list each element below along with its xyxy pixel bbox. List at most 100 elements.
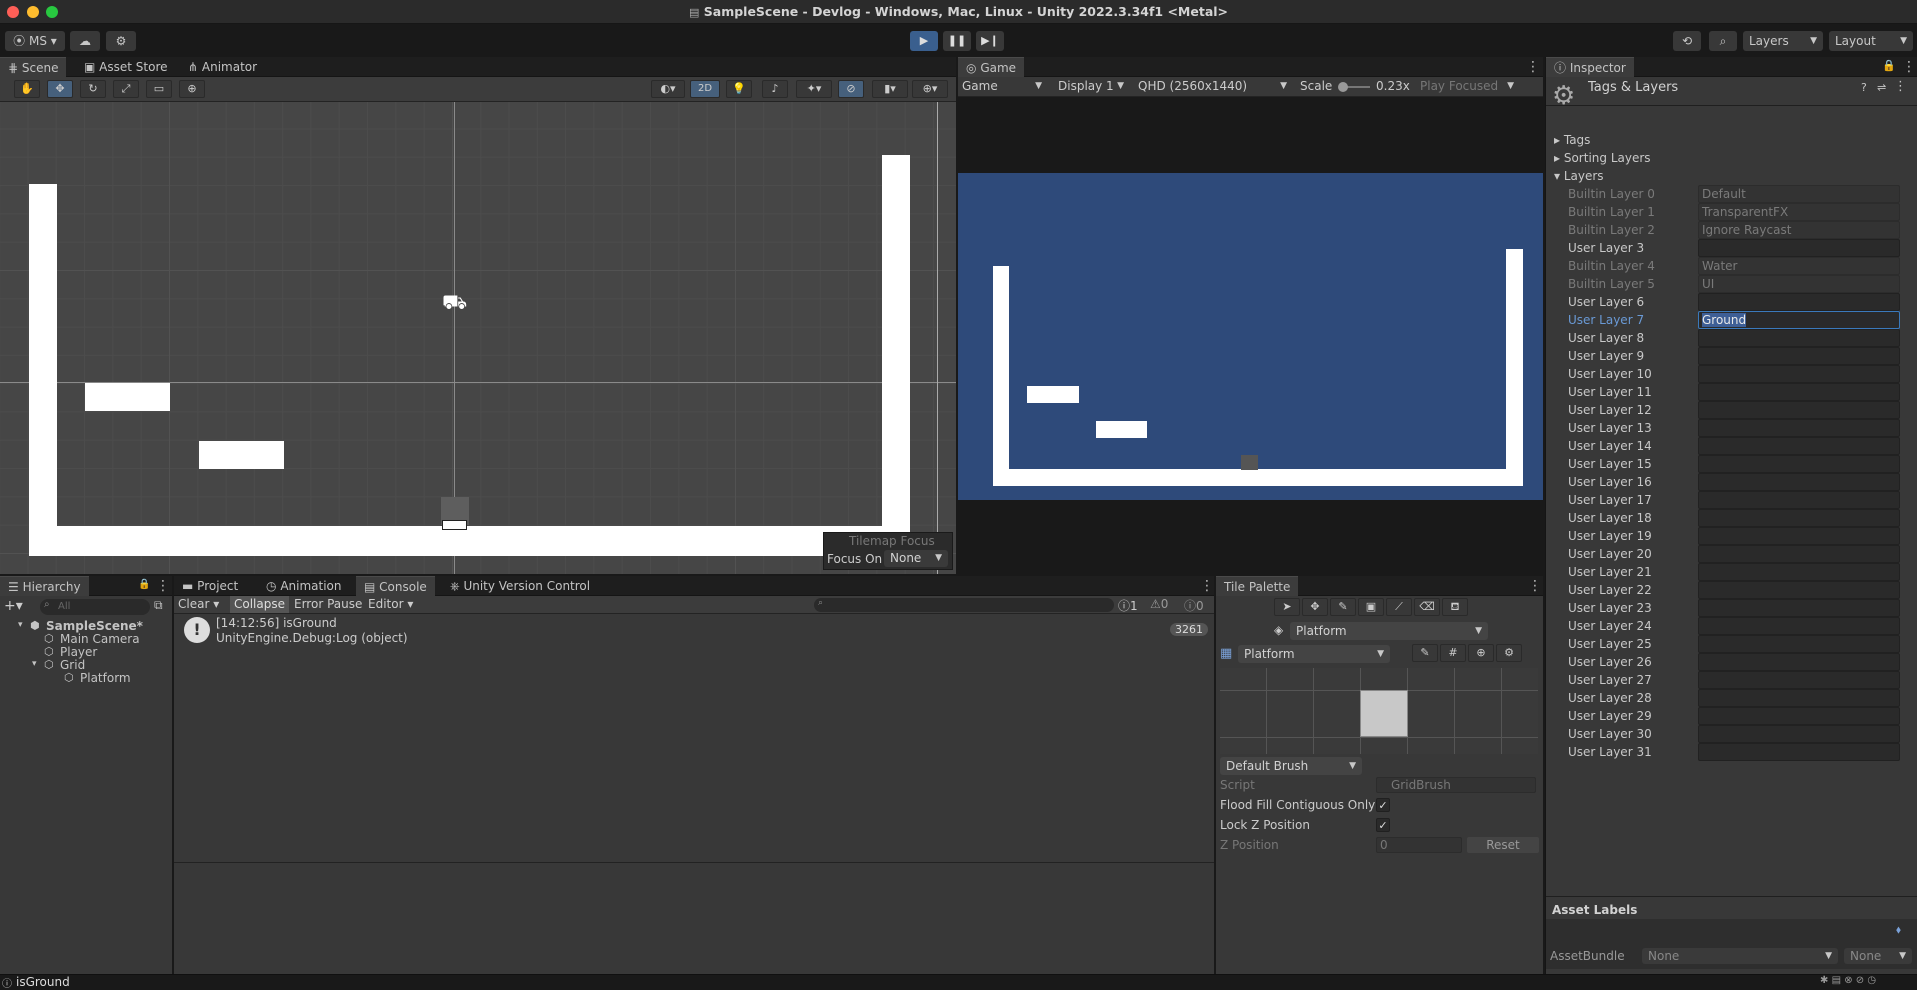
tags-foldout[interactable]: ▸ Tags [1554,133,1590,147]
layer-name-field[interactable] [1698,617,1900,635]
layer-name-field[interactable] [1698,689,1900,707]
visibility-icon[interactable]: ⊘ [838,80,864,98]
tab-game[interactable]: ◎ Game [958,57,1025,77]
layer-name-field[interactable] [1698,419,1900,437]
warning-count-toggle[interactable]: ⚠0 [1150,597,1168,611]
layer-name-field[interactable] [1698,365,1900,383]
console-menu-icon[interactable]: ⋮ [1200,576,1214,596]
layer-name-field[interactable] [1698,293,1900,311]
collapse-button[interactable]: Collapse [230,596,289,613]
layers-dropdown[interactable]: Layers ▼ [1743,31,1823,51]
error-count-toggle[interactable]: ⓘ0 [1184,597,1204,614]
lock-icon[interactable]: 🔒 [1882,59,1896,72]
bug-icon[interactable]: ✱ [1820,975,1828,986]
layer-name-field[interactable] [1698,653,1900,671]
expand-arrow-icon[interactable]: ▾ [32,659,37,669]
status-message[interactable]: isGround [16,975,70,989]
inspector-menu-icon[interactable]: ⋮ [1902,57,1916,77]
layout-dropdown[interactable]: Layout ▼ [1829,31,1913,51]
rotate-tool-icon[interactable]: ↻ [80,80,106,98]
tab-scene[interactable]: ⋕ Scene [0,57,67,77]
brush-dropdown[interactable]: Default Brush ▼ [1220,757,1362,775]
layer-name-field[interactable] [1698,401,1900,419]
layer-name-field[interactable] [1698,725,1900,743]
clear-button[interactable]: Clear ▾ [178,597,219,611]
display-dropdown[interactable]: Display 1 ▼ [1058,79,1130,93]
layer-name-field[interactable] [1698,437,1900,455]
shading-mode-icon[interactable]: ◐▾ [651,80,685,98]
game-menu-icon[interactable]: ⋮ [1526,57,1540,77]
play-button[interactable]: ▶ [910,31,938,51]
layer-name-field[interactable] [1698,671,1900,689]
lock-z-checkbox[interactable]: ✓ [1376,818,1390,832]
layer-name-field[interactable] [1698,329,1900,347]
auto-generate-icon[interactable]: ◷ [1867,975,1876,986]
component-menu-icon[interactable]: ⋮ [1894,79,1907,94]
layer-name-field[interactable] [1698,455,1900,473]
tab-tile-palette[interactable]: Tile Palette [1216,576,1299,596]
add-icon[interactable]: +▾ [4,598,23,614]
label-tag-icon[interactable]: ⬧ [1896,923,1901,937]
layer-name-field[interactable] [1698,473,1900,491]
lighting-icon[interactable]: 💡 [726,80,752,98]
palette-settings-icon[interactable]: ⚙ [1496,644,1522,662]
console-entry[interactable]: ! [14:12:56] isGround UnityEngine.Debug:… [174,615,1214,647]
search-icon[interactable]: ⌕ [1709,31,1737,51]
rect-tool-icon[interactable]: ▭ [146,80,172,98]
mode-2d-toggle[interactable]: 2D [690,80,720,98]
history-icon[interactable]: ⟲ [1673,31,1701,51]
layer-name-field[interactable] [1698,581,1900,599]
cache-icon[interactable]: ▤ [1832,975,1841,986]
focus-on-dropdown[interactable]: None ▼ [884,550,948,567]
transform-tool-icon[interactable]: ⊕ [179,80,205,98]
reset-button[interactable]: Reset [1467,837,1539,853]
layer-name-field[interactable] [1698,491,1900,509]
eraser-icon[interactable]: ⌫ [1414,598,1440,616]
asset-bundle-dropdown[interactable]: None ▼ [1642,948,1838,964]
tab-animation[interactable]: ◷ Animation [258,576,350,596]
scene-view[interactable]: ⛟ Tilemap Focus Focus On None ▼ [0,102,956,574]
tab-version-control[interactable]: ⎈ Unity Version Control [442,576,598,596]
console-search-input[interactable]: ⌕ [814,598,1114,612]
select-tool-icon[interactable]: ➤ [1274,598,1300,616]
move-tool-icon[interactable]: ✥ [47,80,73,98]
asset-variant-dropdown[interactable]: None ▼ [1844,948,1912,964]
move-tool-icon[interactable]: ✥ [1302,598,1328,616]
lock-icon[interactable]: 🔒 [138,579,150,590]
box-fill-icon[interactable]: ▣ [1358,598,1384,616]
scale-tool-icon[interactable]: ⤢ [113,80,139,98]
account-dropdown[interactable]: ⦿ MS ▾ [5,31,65,51]
active-tilemap-dropdown[interactable]: Platform ▼ [1290,622,1488,640]
layer-name-field[interactable] [1698,347,1900,365]
audio-icon[interactable]: ♪ [762,80,788,98]
fill-bucket-icon[interactable]: ⛾ [1442,598,1468,616]
paint-brush-icon[interactable]: ✎ [1330,598,1356,616]
palette-dropdown[interactable]: Platform ▼ [1238,645,1390,663]
filter-icon[interactable]: ⧉ [154,598,163,613]
layer-name-field[interactable]: Ground [1698,311,1900,329]
camera-icon[interactable]: ▮▾ [872,80,908,98]
hierarchy-search-input[interactable]: All [40,599,150,615]
flood-fill-checkbox[interactable]: ✓ [1376,798,1390,812]
presets-icon[interactable]: ⇌ [1877,81,1886,94]
tab-inspector[interactable]: ⓘ Inspector [1546,57,1634,77]
z-position-field[interactable]: 0 [1376,837,1462,853]
log-count-toggle[interactable]: ⓘ1 [1118,597,1138,614]
layer-name-field[interactable] [1698,509,1900,527]
layer-name-field[interactable] [1698,383,1900,401]
layer-name-field[interactable] [1698,239,1900,257]
layer-name-field[interactable] [1698,563,1900,581]
play-focused-dropdown[interactable]: Play Focused ▼ [1420,79,1520,93]
fx-icon[interactable]: ✦▾ [796,80,832,98]
hierarchy-item[interactable]: ⬡ Player [0,645,172,659]
console-splitter[interactable] [174,862,1214,863]
picker-icon[interactable]: ⟋ [1386,598,1412,616]
gizmos-icon[interactable]: ⊕▾ [912,80,948,98]
tab-asset-store[interactable]: ▣ Asset Store [76,57,176,77]
layers-foldout[interactable]: ▾ Layers [1554,169,1604,183]
expand-arrow-icon[interactable]: ▾ [18,620,23,630]
edit-palette-icon[interactable]: ✎ [1412,644,1438,662]
hierarchy-item[interactable]: ⬡ Platform [0,671,172,685]
tile-palette-menu-icon[interactable]: ⋮ [1528,576,1542,596]
palette-tile[interactable] [1360,690,1408,737]
